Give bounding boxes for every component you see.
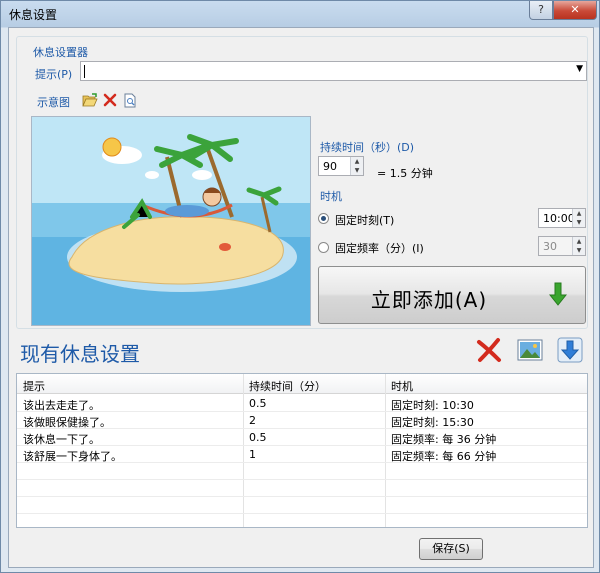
duration-stepper[interactable]: 90 ▲ ▼ [318,156,364,176]
table-header: 提示 持续时间（分） 时机 [17,374,587,394]
fixed-frequency-label: 固定频率（分）(I) [335,242,424,255]
column-header-duration[interactable]: 持续时间（分） [249,378,326,394]
duration-label: 持续时间（秒）(D) [320,141,415,154]
window-title: 休息设置 [9,8,58,22]
spin-arrows-icon[interactable]: ▲ ▼ [572,237,585,255]
settings-group: 休息设置器 提示(P) ▼ 示意图 持续时间（秒）(D) 90 ▲ ▼ = 1.… [16,36,588,329]
hint-label: 提示(P) [35,68,73,81]
text-caret [84,65,85,78]
row-timing: 固定频率: 每 36 分钟 [391,433,497,446]
add-now-label: 立即添加(A) [370,288,488,312]
fixed-time-value: 10:00 [543,212,575,225]
row-hint: 该舒展一下身体了。 [23,450,122,463]
chevron-down-icon[interactable]: ▼ [576,64,583,74]
fixed-time-radio[interactable] [318,213,329,224]
green-down-arrow-icon [548,282,568,309]
row-duration: 1 [249,448,256,461]
table-row[interactable]: 该出去走走了。 0.5 固定时刻: 10:30 [17,395,587,412]
existing-settings-table[interactable]: 提示 持续时间（分） 时机 该出去走走了。 0.5 固定时刻: 10:30 该做… [16,373,588,528]
empty-row [17,463,587,480]
fixed-time-stepper[interactable]: 10:00 ▲ ▼ [538,208,586,228]
empty-row [17,497,587,514]
column-header-hint[interactable]: 提示 [23,378,45,394]
row-hint: 该休息一下了。 [23,433,100,446]
table-row[interactable]: 该做眼保健操了。 2 固定时刻: 15:30 [17,412,587,429]
fixed-frequency-radio[interactable] [318,242,329,253]
dialog-body: 休息设置器 提示(P) ▼ 示意图 持续时间（秒）(D) 90 ▲ ▼ = 1.… [8,27,594,568]
help-button[interactable]: ? [529,1,553,20]
dialog-window: 休息设置 ? ✕ 休息设置器 提示(P) ▼ 示意图 持续时间（秒）(D) 90… [0,0,600,573]
table-row[interactable]: 该舒展一下身体了。 1 固定频率: 每 66 分钟 [17,446,587,463]
row-timing: 固定时刻: 10:30 [391,399,474,412]
row-hint: 该做眼保健操了。 [23,416,111,429]
row-timing: 固定频率: 每 66 分钟 [391,450,497,463]
picture-icon[interactable] [516,336,544,364]
hint-combobox[interactable]: ▼ [80,61,587,81]
empty-row [17,480,587,497]
row-timing: 固定时刻: 15:30 [391,416,474,429]
red-x-icon[interactable] [101,91,119,109]
existing-settings-title: 现有休息设置 [20,342,140,366]
folder-open-icon[interactable] [81,91,99,109]
big-red-x-icon[interactable] [475,336,503,364]
add-now-button[interactable]: 立即添加(A) [318,266,586,324]
close-button[interactable]: ✕ [553,1,597,20]
table-row[interactable]: 该休息一下了。 0.5 固定频率: 每 36 分钟 [17,429,587,446]
sample-picture [31,116,311,326]
spin-arrows-icon[interactable]: ▲ ▼ [572,209,585,227]
column-header-timing[interactable]: 时机 [391,378,413,394]
row-hint: 该出去走走了。 [23,399,100,412]
duration-equivalent: = 1.5 分钟 [377,167,433,180]
save-button[interactable]: 保存(S) [419,538,483,560]
title-bar: 休息设置 ? ✕ [1,1,599,27]
duration-value: 90 [323,160,337,173]
timing-label: 时机 [320,190,342,203]
spin-arrows-icon[interactable]: ▲ ▼ [350,157,363,175]
download-arrow-icon[interactable] [556,336,584,364]
group-title: 休息设置器 [31,44,90,60]
row-duration: 2 [249,414,256,427]
fixed-frequency-value: 30 [543,240,557,253]
fixed-frequency-stepper[interactable]: 30 ▲ ▼ [538,236,586,256]
fixed-time-label: 固定时刻(T) [335,214,395,227]
document-preview-icon[interactable] [121,91,139,109]
row-duration: 0.5 [249,431,267,444]
sample-label: 示意图 [37,96,70,109]
row-duration: 0.5 [249,397,267,410]
